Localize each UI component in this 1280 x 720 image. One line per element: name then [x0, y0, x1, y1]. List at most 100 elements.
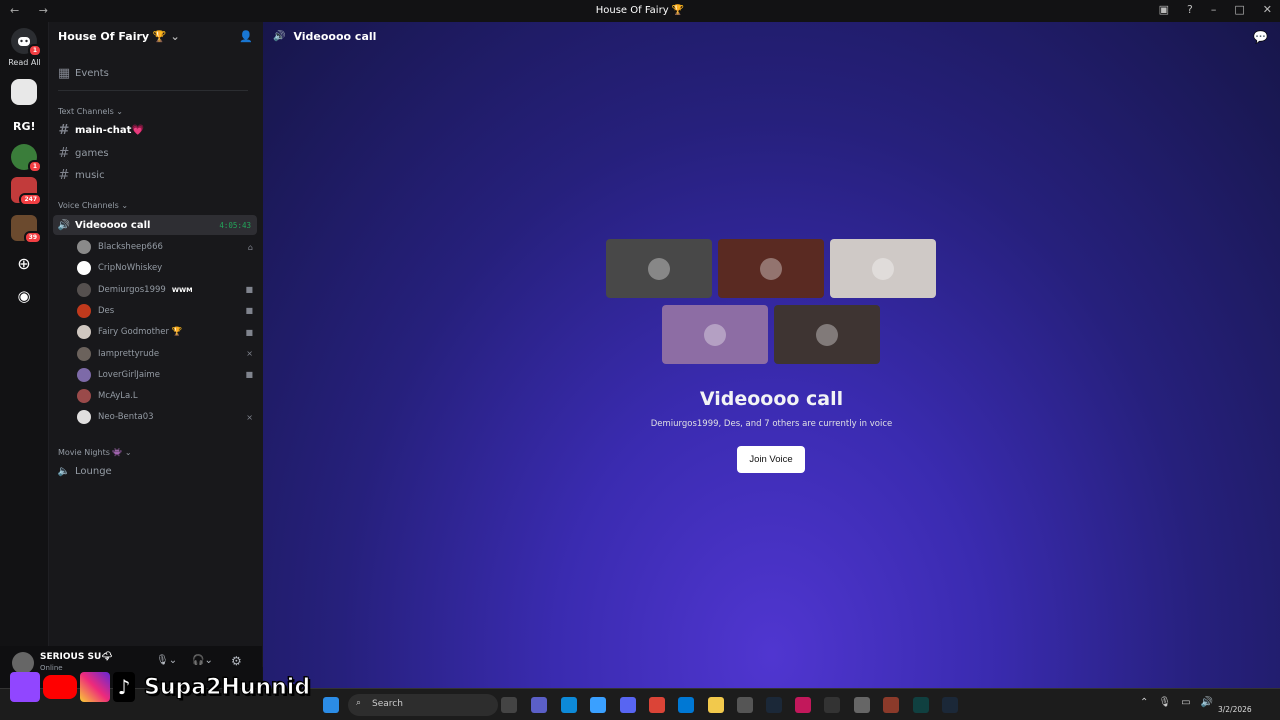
invite-icon[interactable]: 👤 [239, 30, 253, 43]
discover-icon[interactable]: ◉ [11, 283, 37, 309]
taskbar-date: 3/2/2026 [1218, 705, 1252, 714]
dm-home-icon[interactable]: 1 [11, 28, 42, 57]
member-avatar [77, 346, 91, 361]
calendar-icon: ▦ [57, 65, 71, 81]
app-icon-4[interactable] [883, 697, 899, 713]
participant-avatar [816, 323, 838, 346]
voice-channel-lounge[interactable]: 🔈 Lounge [53, 461, 257, 481]
steam-icon-2[interactable] [942, 697, 958, 713]
channel-games[interactable]: # games [53, 143, 257, 163]
app-icon-3[interactable] [824, 697, 840, 713]
maximize-button[interactable]: □ [1234, 3, 1244, 16]
video-icon: ■ [245, 327, 253, 337]
headphones-icon[interactable]: 🎧⌄ [192, 655, 213, 666]
join-voice-button[interactable]: Join Voice [737, 446, 805, 473]
app-icon-2[interactable] [795, 697, 811, 713]
edge-icon[interactable] [561, 697, 577, 713]
channel-header: 🔊 Videoooo call [273, 30, 376, 43]
add-server-icon[interactable]: ⊕ [11, 251, 37, 277]
participant-tile-3[interactable] [830, 239, 936, 298]
member-name: Demiurgos1999 [98, 284, 166, 295]
minimize-button[interactable]: – [1211, 3, 1217, 16]
close-button[interactable]: ✕ [1263, 3, 1272, 16]
voice-member-3[interactable]: Demiurgos1999 WWM ■ [77, 281, 253, 299]
participant-avatar [872, 257, 894, 280]
copilot-icon[interactable] [590, 697, 606, 713]
member-avatar [77, 367, 91, 382]
inbox-icon[interactable]: ▣ [1159, 3, 1169, 16]
chevron-down-icon: ⌄ [170, 30, 180, 43]
voice-member-4[interactable]: Des ■ [77, 302, 253, 320]
mic-icon[interactable]: 🎙⌄ [156, 655, 177, 666]
member-name: Iamprettyrude [98, 348, 160, 359]
gear-icon[interactable]: ⚙ [231, 654, 242, 668]
voice-channel-videoooo-call[interactable]: 🔊 Videoooo call 4:05:43 [53, 215, 257, 235]
text-channels-category[interactable]: Text Channels ⌄ [58, 107, 123, 116]
hash-icon: # [58, 122, 70, 138]
member-avatar [77, 389, 91, 404]
hash-icon: # [58, 145, 70, 161]
server-house-of-fairy[interactable] [11, 79, 37, 105]
taskbar-search[interactable]: ⌕ Search [348, 694, 498, 716]
server-folder-2[interactable]: 39 [11, 215, 42, 244]
server-icon-3[interactable]: 1 [11, 144, 42, 173]
voice-channel-title: Videoooo call [699, 388, 844, 410]
discord-taskbar-icon[interactable] [620, 697, 636, 713]
movie-nights-category[interactable]: Movie Nights 👾 ⌄ [58, 448, 132, 457]
start-icon[interactable] [323, 697, 339, 713]
voice-channels-category[interactable]: Voice Channels ⌄ [58, 201, 128, 210]
window-titlebar: ← → House Of Fairy 🏆 ▣ ? – □ ✕ [0, 0, 1280, 22]
steam-icon[interactable] [766, 697, 782, 713]
voice-member-9[interactable]: Neo-Benta03 ⨯ [77, 408, 253, 426]
speaker-icon: 🔊 [273, 31, 286, 42]
instagram-icon [80, 672, 110, 702]
events-channel[interactable]: ▦ Events [53, 63, 257, 83]
server-rail: 1 Read All RG! 1 247 39 ⊕ ◉ [0, 22, 49, 667]
channel-main-chat[interactable]: # main-chat💗 [53, 120, 257, 140]
call-timer: 4:05:43 [219, 220, 251, 230]
file-explorer-icon[interactable] [708, 697, 724, 713]
dm-badge: 1 [27, 44, 42, 57]
participant-avatar [648, 257, 670, 280]
voice-member-5[interactable]: Fairy Godmother 🏆 ■ [77, 323, 253, 341]
server-folder-1[interactable]: 247 [11, 177, 42, 206]
read-all-button[interactable]: Read All [0, 58, 49, 67]
speaker-icon: 🔈 [57, 465, 71, 477]
voice-member-1[interactable]: Blacksheep666 ⌂ [77, 238, 253, 256]
video-icon: ■ [245, 370, 253, 380]
member-activity-tag: WWM [171, 285, 193, 294]
chat-icon[interactable]: 💬 [1253, 30, 1268, 44]
participant-tile-5[interactable] [774, 305, 880, 364]
voice-channel-subtitle: Demiurgos1999, Des, and 7 others are cur… [650, 419, 893, 429]
participant-tile-4[interactable] [662, 305, 768, 364]
channel-music[interactable]: # music [53, 165, 257, 185]
video-icon: ■ [245, 285, 253, 295]
help-icon[interactable]: ? [1187, 3, 1193, 16]
teams-icon[interactable] [531, 697, 547, 713]
member-name: Fairy Godmother 🏆 [98, 327, 183, 338]
mic-muted-icon: ⨯ [246, 412, 253, 422]
member-avatar [77, 261, 91, 276]
participant-tile-1[interactable] [606, 239, 712, 298]
store-icon[interactable] [678, 697, 694, 713]
settings-icon[interactable] [854, 697, 870, 713]
member-avatar [77, 325, 91, 340]
terminal-icon[interactable] [913, 697, 929, 713]
speaker-icon: 🔊 [57, 219, 71, 231]
channel-header-title: Videoooo call [293, 30, 377, 43]
participant-tile-2[interactable] [718, 239, 824, 298]
video-icon: ■ [245, 306, 253, 316]
system-tray[interactable]: ⌃🎙▭🔊 [1140, 697, 1223, 708]
voice-member-7[interactable]: LoverGirlJaime ■ [77, 366, 253, 384]
task-view-icon[interactable] [501, 697, 517, 713]
voice-member-8[interactable]: McAyLa.L [77, 387, 253, 405]
twitch-icon [10, 672, 40, 702]
voice-member-6[interactable]: Iamprettyrude ⨯ [77, 345, 253, 363]
voice-member-2[interactable]: CripNoWhiskey [77, 259, 253, 277]
streamer-overlay: ♪ Supa2Hunnid [10, 668, 311, 706]
app-icon-1[interactable] [737, 697, 753, 713]
server-icon-2[interactable]: RG! [11, 112, 37, 138]
youtube-icon [43, 675, 77, 699]
chrome-icon[interactable] [649, 697, 665, 713]
server-name[interactable]: House Of Fairy 🏆 ⌄ [58, 30, 180, 43]
